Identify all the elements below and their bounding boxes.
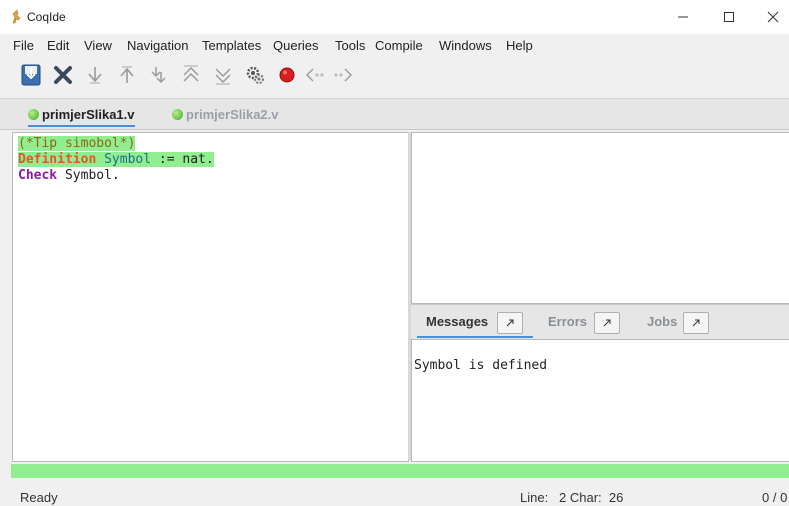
forward-one-icon[interactable]: [82, 62, 108, 88]
code-line: Check Symbol.: [18, 168, 120, 184]
code-comment: (*Tip simobol*): [18, 136, 136, 151]
code-line: Definition Symbol := nat.: [18, 152, 214, 168]
status-text: Ready: [20, 490, 58, 505]
cursor-position: Line: 2 Char: 26: [520, 490, 624, 505]
menu-navigation[interactable]: Navigation: [127, 38, 188, 53]
tab-jobs[interactable]: Jobs: [647, 314, 677, 329]
save-icon[interactable]: [18, 62, 44, 88]
tab-label: primjerSlika1.v: [42, 106, 135, 122]
menu-view[interactable]: View: [84, 38, 112, 53]
title-bar: CoqIde: [0, 0, 789, 34]
code-keyword: Check: [18, 168, 58, 183]
tab-messages[interactable]: Messages: [426, 314, 488, 329]
tab-primjerslika1[interactable]: primjerSlika1.v: [28, 103, 135, 127]
detach-errors-button[interactable]: [594, 312, 620, 334]
messages-pane: Symbol is defined: [411, 339, 789, 462]
menu-queries[interactable]: Queries: [273, 38, 319, 53]
close-icon[interactable]: [50, 62, 76, 88]
window-title: CoqIde: [27, 10, 66, 24]
coq-rooster-icon: [9, 10, 23, 24]
toolbar: [0, 56, 789, 98]
progress-fill: [11, 464, 789, 478]
previous-icon[interactable]: [302, 62, 328, 88]
menu-templates[interactable]: Templates: [202, 38, 261, 53]
arrow-up-right-icon: [692, 319, 700, 327]
code-line: (*Tip simobol*): [18, 136, 136, 152]
minimize-button[interactable]: [660, 0, 706, 34]
menu-bar: File Edit View Navigation Templates Quer…: [0, 34, 789, 56]
menu-help[interactable]: Help: [506, 38, 533, 53]
tab-primjerslika2[interactable]: primjerSlika2.v: [172, 103, 279, 125]
code-identifier: Symbol: [104, 152, 152, 167]
status-dot-icon: [172, 108, 183, 120]
arrow-up-right-icon: [506, 319, 514, 327]
menu-compile[interactable]: Compile: [375, 38, 423, 53]
arrow-up-right-icon: [603, 319, 611, 327]
menu-edit[interactable]: Edit: [47, 38, 69, 53]
progress-bar: [11, 464, 789, 478]
menu-tools[interactable]: Tools: [335, 38, 365, 53]
goals-pane: [411, 132, 789, 304]
maximize-button[interactable]: [706, 0, 752, 34]
go-to-cursor-icon[interactable]: [146, 62, 172, 88]
backward-one-icon[interactable]: [114, 62, 140, 88]
interrupt-icon[interactable]: [274, 62, 300, 88]
code-text: := nat.: [151, 152, 214, 167]
active-tab-indicator: [417, 336, 533, 338]
script-editor[interactable]: (*Tip simobol*) Definition Symbol := nat…: [12, 132, 409, 462]
code-text: Symbol.: [57, 168, 120, 183]
close-window-button[interactable]: [750, 0, 789, 34]
detach-messages-button[interactable]: [497, 312, 523, 334]
restart-icon[interactable]: [178, 62, 204, 88]
menu-file[interactable]: File: [13, 38, 34, 53]
tab-label: primjerSlika2.v: [186, 106, 279, 122]
status-dot-icon: [28, 108, 39, 120]
tab-errors[interactable]: Errors: [548, 314, 587, 329]
message-tab-bar: Messages Errors Jobs: [411, 304, 789, 339]
file-tab-bar: primjerSlika1.v primjerSlika2.v: [0, 98, 789, 130]
menu-windows[interactable]: Windows: [439, 38, 492, 53]
processed-count: 0 / 0: [762, 490, 788, 505]
detach-jobs-button[interactable]: [683, 312, 709, 334]
code-keyword: Definition: [18, 152, 97, 167]
status-bar: Ready Line: 2 Char: 26 0 / 0: [0, 482, 789, 506]
go-to-end-icon[interactable]: [210, 62, 236, 88]
compute-gears-icon[interactable]: [242, 62, 268, 88]
message-text: Symbol is defined: [414, 358, 548, 373]
next-icon[interactable]: [330, 62, 356, 88]
